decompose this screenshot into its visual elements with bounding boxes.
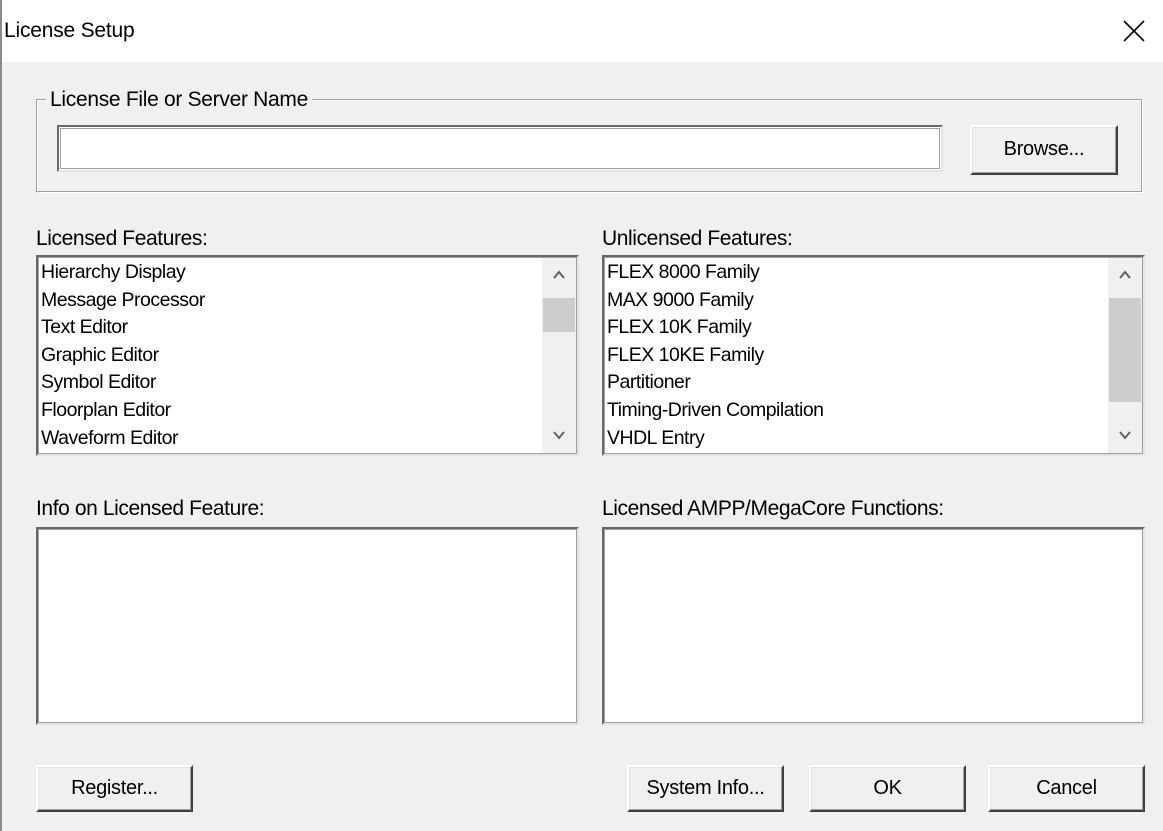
scroll-thumb[interactable] [543,298,575,332]
close-button[interactable] [1103,0,1163,62]
register-button[interactable]: Register... [36,765,193,812]
license-setup-dialog: License Setup License File or Server Nam… [0,0,1163,831]
info-licensed-feature-box[interactable] [36,527,579,725]
scroll-thumb[interactable] [1109,298,1141,402]
ampp-megacore-list[interactable] [602,527,1145,725]
scroll-up-button[interactable] [1108,258,1142,292]
list-item[interactable]: Timing-Driven Compilation [607,397,824,425]
list-item[interactable]: Partitioner [607,369,824,397]
licensed-features-label: Licensed Features: [36,227,208,250]
list-item[interactable]: FLEX 10K Family [607,314,824,342]
list-item[interactable]: FLEX 10KE Family [607,342,824,370]
cancel-button[interactable]: Cancel [988,765,1145,812]
list-item[interactable]: MAX 9000 Family [607,287,824,315]
unlicensed-features-items: FLEX 8000 Family MAX 9000 Family FLEX 10… [607,259,824,452]
ampp-megacore-label: Licensed AMPP/MegaCore Functions: [602,497,944,520]
ok-button[interactable]: OK [809,765,966,812]
list-item[interactable]: VHDL Entry [607,425,824,453]
list-item[interactable]: Message Processor [41,287,205,315]
license-file-legend: License File or Server Name [46,88,312,112]
system-info-button[interactable]: System Info... [627,765,784,812]
info-licensed-feature-label: Info on Licensed Feature: [36,497,265,520]
list-item[interactable]: Symbol Editor [41,369,205,397]
scroll-up-button[interactable] [542,258,576,292]
window-title: License Setup [4,19,135,42]
licensed-features-list[interactable]: Hierarchy Display Message Processor Text… [36,255,579,456]
unlicensed-features-label: Unlicensed Features: [602,227,793,250]
browse-button[interactable]: Browse... [970,125,1118,175]
unlicensed-features-list[interactable]: FLEX 8000 Family MAX 9000 Family FLEX 10… [602,255,1145,456]
list-item[interactable]: Floorplan Editor [41,397,205,425]
list-item[interactable]: FLEX 8000 Family [607,259,824,287]
list-item[interactable]: Text Editor [41,314,205,342]
list-item[interactable]: Hierarchy Display [41,259,205,287]
scroll-down-button[interactable] [542,419,576,453]
license-file-input[interactable] [57,125,943,172]
title-bar: License Setup [2,0,1163,62]
licensed-features-scrollbar[interactable] [542,258,576,453]
list-item[interactable]: Graphic Editor [41,342,205,370]
scroll-down-button[interactable] [1108,419,1142,453]
list-item[interactable]: Waveform Editor [41,425,205,453]
licensed-features-items: Hierarchy Display Message Processor Text… [41,259,205,452]
unlicensed-features-scrollbar[interactable] [1108,258,1142,453]
